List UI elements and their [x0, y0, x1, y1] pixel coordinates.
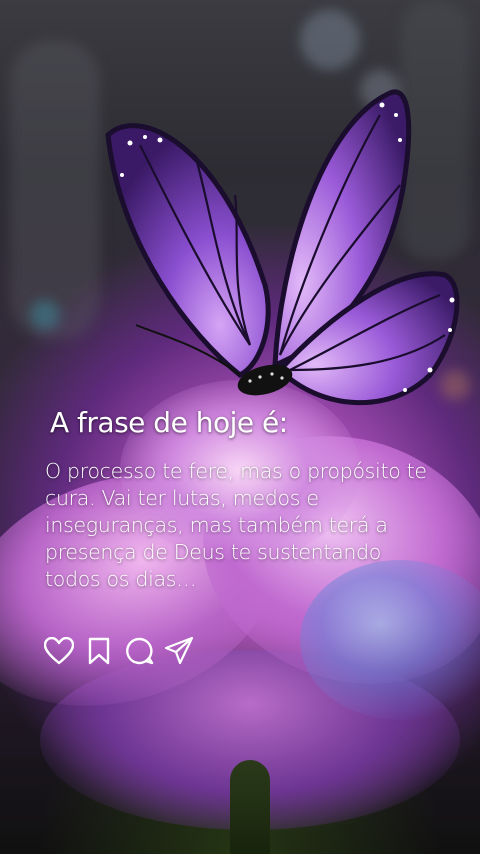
heart-icon	[44, 637, 74, 665]
butterfly-image	[105, 89, 460, 405]
flower-stem	[230, 760, 270, 854]
comment-button[interactable]	[124, 636, 154, 666]
share-button[interactable]	[164, 636, 194, 666]
quote-text: O processo te fere, mas o propósito te c…	[45, 459, 427, 591]
story-post: A frase de hoje é: O processo te fere, m…	[0, 0, 480, 854]
bookmark-icon	[88, 637, 110, 665]
comment-icon	[126, 637, 154, 665]
save-button[interactable]	[84, 636, 114, 666]
background-tree	[10, 40, 100, 340]
send-icon	[164, 636, 194, 665]
post-actions	[44, 636, 194, 666]
background-light	[30, 300, 60, 330]
like-button[interactable]	[44, 636, 74, 666]
background-light	[300, 10, 360, 70]
headline: A frase de hoje é:	[50, 406, 288, 439]
